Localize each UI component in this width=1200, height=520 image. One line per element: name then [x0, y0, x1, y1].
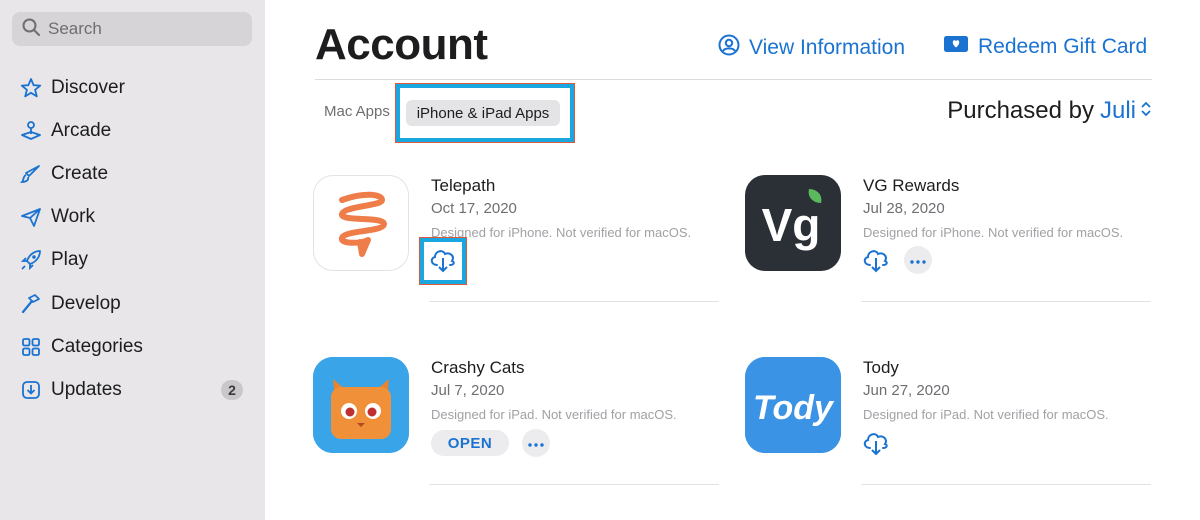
app-name: Crashy Cats	[431, 358, 525, 377]
cloud-download-icon[interactable]	[427, 245, 459, 275]
brush-icon	[20, 163, 42, 185]
sidebar-item-create[interactable]: Create	[0, 154, 265, 194]
sidebar: Search Discover Arcade Create Work Play …	[0, 0, 265, 520]
purchased-by-selector[interactable]: Purchased by Juli	[947, 97, 1152, 125]
row-divider	[429, 301, 719, 302]
search-placeholder: Search	[48, 19, 102, 38]
more-options-button[interactable]	[522, 429, 550, 457]
row-divider	[429, 484, 719, 485]
app-name: Telepath	[431, 176, 496, 195]
app-compat-note: Designed for iPad. Not verified for macO…	[863, 407, 1109, 422]
cloud-download-icon[interactable]	[860, 428, 892, 458]
app-name: Tody	[863, 358, 899, 377]
search-field[interactable]: Search	[12, 12, 252, 46]
joystick-icon	[20, 120, 42, 142]
app-compat-note: Designed for iPhone. Not verified for ma…	[863, 225, 1124, 240]
app-name: VG Rewards	[863, 176, 960, 195]
redeem-gift-card-link[interactable]: Redeem Gift Card	[943, 34, 1147, 60]
app-date: Oct 17, 2020	[431, 200, 517, 217]
person-circle-icon	[718, 34, 749, 62]
sidebar-item-label: Create	[51, 163, 109, 184]
download-icon	[20, 379, 42, 401]
app-date: Jul 7, 2020	[431, 382, 505, 399]
telepath-app-icon[interactable]	[313, 175, 409, 271]
hammer-icon	[20, 293, 42, 315]
page-title: Account	[315, 20, 488, 69]
redeem-gift-card-label: Redeem Gift Card	[978, 35, 1148, 58]
vg-rewards-app-icon[interactable]: Vg	[745, 175, 841, 271]
sidebar-item-label: Updates	[51, 379, 122, 400]
row-divider	[861, 484, 1151, 485]
app-date: Jun 27, 2020	[863, 382, 950, 399]
sidebar-item-label: Work	[51, 206, 95, 227]
ellipsis-icon	[528, 434, 544, 452]
view-information-link[interactable]: View Information	[718, 34, 905, 62]
purchased-by-label: Purchased by	[947, 97, 1094, 124]
app-date: Jul 28, 2020	[863, 200, 945, 217]
view-information-label: View Information	[749, 36, 906, 59]
search-icon	[22, 18, 40, 41]
sidebar-item-label: Play	[51, 249, 88, 270]
sidebar-item-label: Arcade	[51, 120, 112, 141]
vg-logo-text: Vg	[762, 199, 821, 251]
app-compat-note: Designed for iPhone. Not verified for ma…	[431, 225, 692, 240]
cloud-download-icon[interactable]	[860, 245, 892, 275]
row-divider	[861, 301, 1151, 302]
gift-card-icon	[943, 34, 978, 60]
tody-app-icon[interactable]: Tody	[745, 357, 841, 453]
sidebar-item-discover[interactable]: Discover	[0, 68, 265, 108]
sidebar-item-label: Discover	[51, 77, 125, 98]
open-button[interactable]: OPEN	[431, 430, 509, 456]
crashy-cats-app-icon[interactable]	[313, 357, 409, 453]
sidebar-item-play[interactable]: Play	[0, 240, 265, 280]
sidebar-item-work[interactable]: Work	[0, 197, 265, 237]
tody-logo-text: Tody	[753, 389, 835, 427]
sidebar-item-develop[interactable]: Develop	[0, 284, 265, 324]
app-compat-note: Designed for iPad. Not verified for macO…	[431, 407, 677, 422]
star-icon	[20, 77, 42, 99]
chevron-updown-icon	[1140, 97, 1152, 125]
grid-icon	[20, 336, 42, 358]
tab-mac-apps[interactable]: Mac Apps	[324, 103, 390, 120]
sidebar-item-label: Categories	[51, 336, 143, 357]
app-store-window: Search Discover Arcade Create Work Play …	[0, 0, 1200, 520]
header-divider	[315, 79, 1152, 80]
purchased-by-user: Juli	[1099, 97, 1136, 124]
sidebar-item-updates[interactable]: Updates 2	[0, 370, 265, 410]
tab-iphone-ipad-apps[interactable]: iPhone & iPad Apps	[406, 100, 560, 126]
paper-plane-icon	[20, 206, 42, 228]
sidebar-item-arcade[interactable]: Arcade	[0, 111, 265, 151]
sidebar-item-label: Develop	[51, 293, 121, 314]
rocket-icon	[20, 249, 42, 271]
updates-count-badge: 2	[221, 380, 243, 400]
ellipsis-icon	[910, 251, 926, 269]
more-options-button[interactable]	[904, 246, 932, 274]
sidebar-item-categories[interactable]: Categories	[0, 327, 265, 367]
